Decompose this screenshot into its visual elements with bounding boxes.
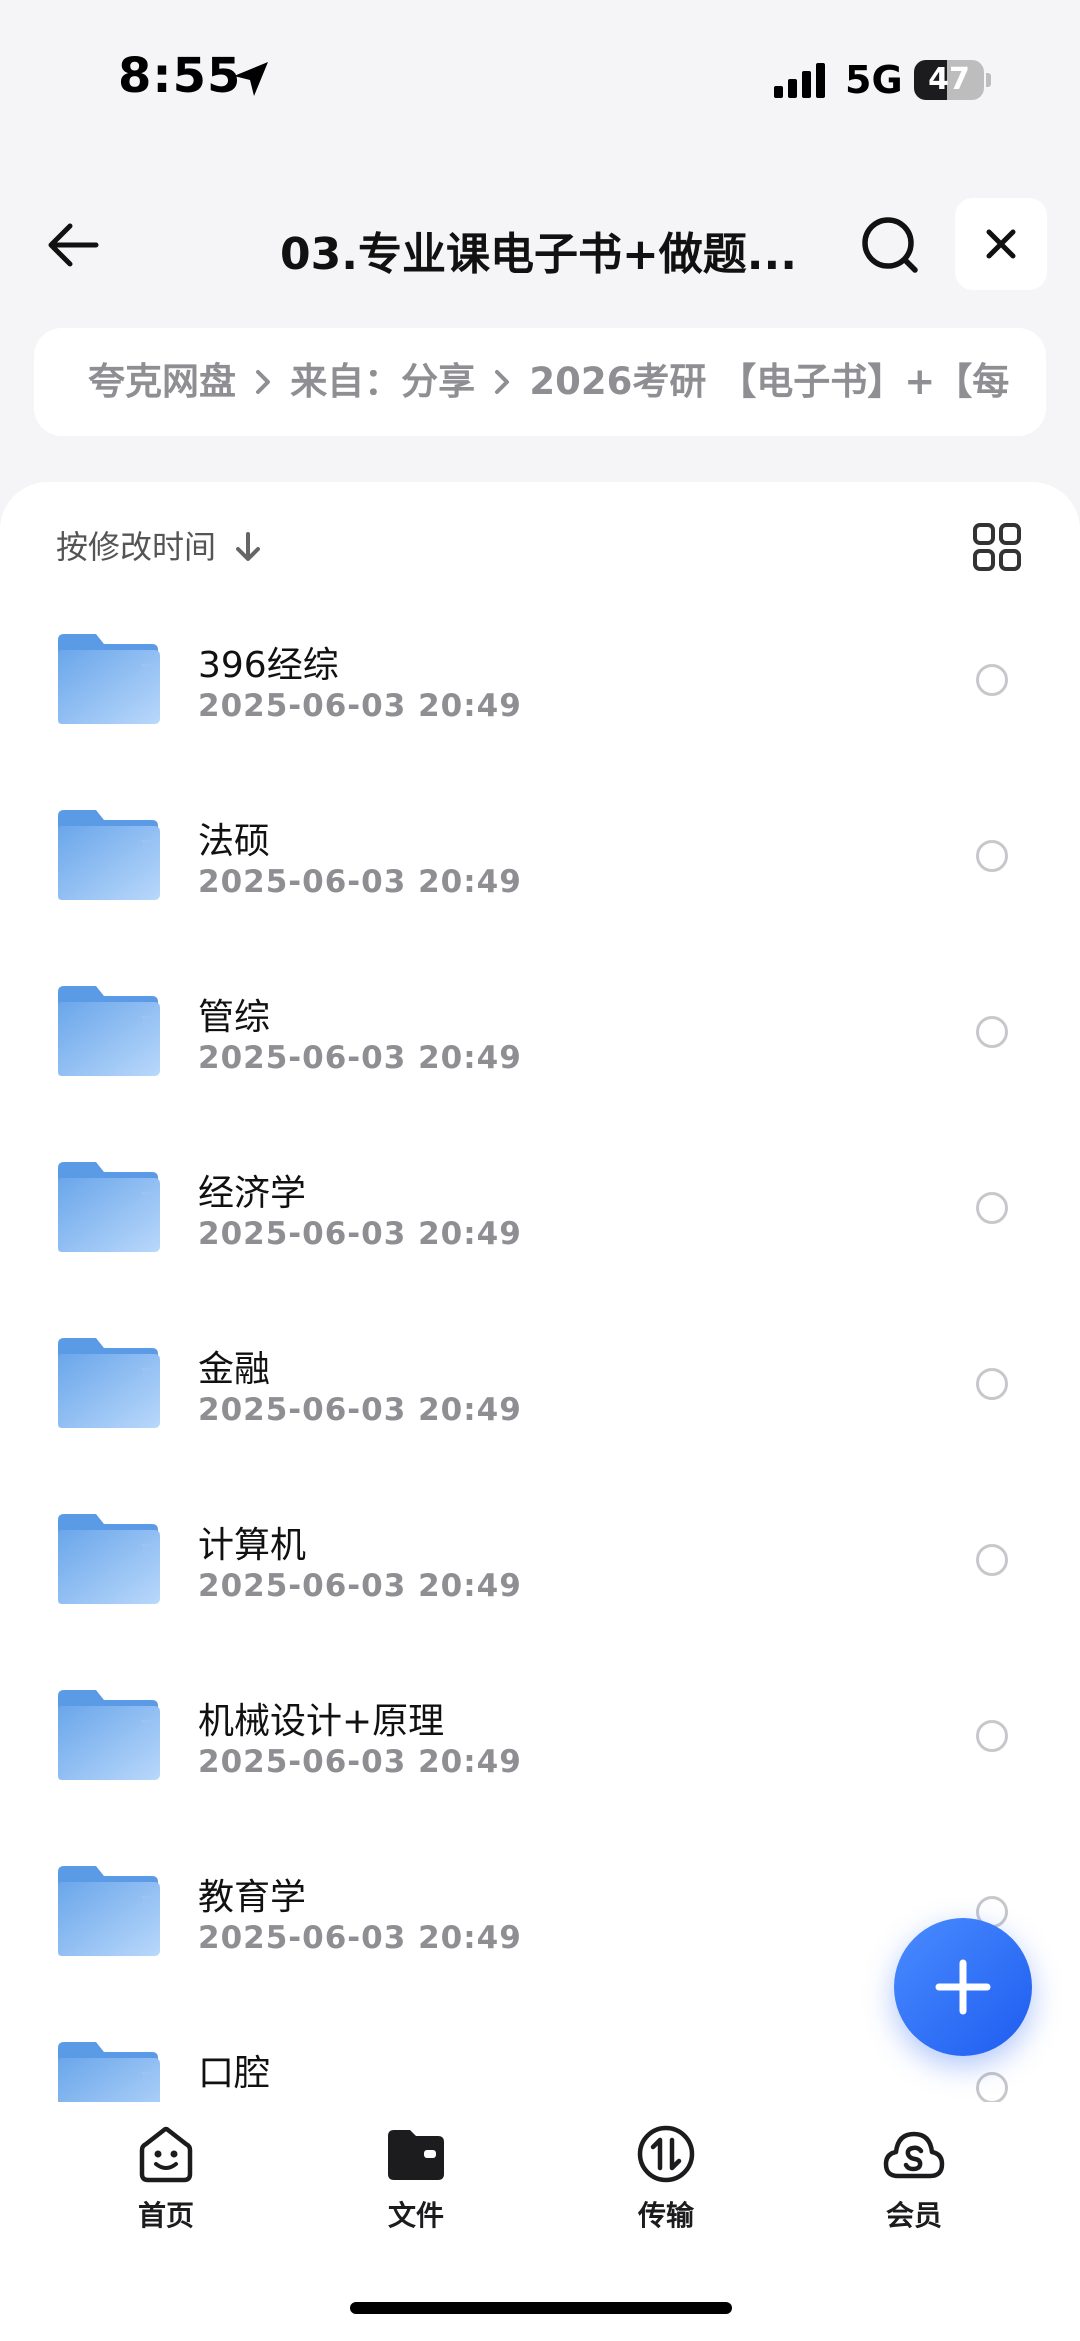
select-checkbox[interactable] — [976, 1016, 1008, 1048]
select-checkbox[interactable] — [976, 1720, 1008, 1752]
arrow-left-icon[interactable] — [40, 210, 110, 280]
plus-icon — [935, 1959, 991, 2015]
file-name: 机械设计+原理 — [198, 1701, 445, 1742]
location-arrow-icon — [234, 62, 268, 96]
list-item[interactable]: 机械设计+原理 2025-06-03 20:49 — [0, 1660, 1080, 1836]
tab-label: 首页 — [137, 2199, 194, 2232]
file-name: 396经综 — [198, 645, 339, 686]
smiley-home-icon — [139, 2126, 193, 2183]
list-item[interactable]: 金融 2025-06-03 20:49 — [0, 1308, 1080, 1484]
search-icon[interactable] — [855, 210, 925, 280]
select-checkbox[interactable] — [976, 2072, 1008, 2102]
file-name: 管综 — [198, 997, 271, 1038]
status-time: 8:55 — [118, 48, 242, 104]
file-date: 2025-06-03 20:49 — [198, 1568, 522, 1604]
breadcrumb-item-folder[interactable]: 2026考研 【电子书】+【每 — [529, 328, 1009, 436]
file-name: 经济学 — [198, 1173, 307, 1214]
cloud-s-icon — [883, 2131, 945, 2179]
file-panel: 按修改时间 396经综 2025-06-03 20:49 法硕 2025-06-… — [0, 482, 1080, 2102]
header: 03.专业课电子书+做题... — [0, 190, 1080, 300]
file-date: 2025-06-03 20:49 — [198, 688, 522, 724]
transfer-icon — [637, 2125, 695, 2183]
file-date: 2025-06-03 20:49 — [198, 1392, 522, 1428]
tab-label: 传输 — [637, 2199, 694, 2232]
list-item[interactable]: 396经综 2025-06-03 20:49 — [0, 604, 1080, 780]
select-checkbox[interactable] — [976, 664, 1008, 696]
list-item[interactable]: 法硕 2025-06-03 20:49 — [0, 780, 1080, 956]
file-list: 396经综 2025-06-03 20:49 法硕 2025-06-03 20:… — [0, 604, 1080, 2102]
select-checkbox[interactable] — [976, 1192, 1008, 1224]
list-item[interactable]: 计算机 2025-06-03 20:49 — [0, 1484, 1080, 1660]
file-date: 2025-06-03 20:49 — [198, 864, 522, 900]
breadcrumb: 夸克网盘 来自：分享 2026考研 【电子书】+【每 — [34, 328, 1046, 436]
tab-files[interactable]: 文件 — [336, 2122, 496, 2242]
battery-percent: 47 — [928, 62, 970, 97]
folder-icon — [58, 1866, 160, 1956]
close-icon — [986, 229, 1016, 259]
network-type: 5G — [845, 58, 903, 102]
status-bar: 8:55 5G 47 — [0, 0, 1080, 160]
tab-transfer[interactable]: 传输 — [586, 2122, 746, 2242]
select-checkbox[interactable] — [976, 1368, 1008, 1400]
folder-icon — [58, 1690, 160, 1780]
tab-vip[interactable]: 会员 — [834, 2122, 994, 2242]
chevron-right-icon — [241, 328, 285, 436]
page-title: 03.专业课电子书+做题... — [280, 229, 797, 280]
cellular-signal-icon — [774, 63, 825, 98]
file-name: 金融 — [198, 1349, 271, 1390]
battery-icon: 47 — [914, 60, 991, 100]
chevron-right-icon — [480, 328, 524, 436]
tab-home[interactable]: 首页 — [86, 2122, 246, 2242]
select-checkbox[interactable] — [976, 1544, 1008, 1576]
arrow-down-icon — [236, 532, 261, 561]
folder-icon — [58, 2042, 160, 2102]
file-date: 2025-06-03 20:49 — [198, 1744, 522, 1780]
file-name: 教育学 — [198, 1877, 307, 1918]
file-name: 法硕 — [198, 821, 271, 862]
list-item[interactable]: 经济学 2025-06-03 20:49 — [0, 1132, 1080, 1308]
breadcrumb-item-root[interactable]: 夸克网盘 — [88, 328, 236, 436]
tab-label: 文件 — [387, 2199, 444, 2232]
select-checkbox[interactable] — [976, 840, 1008, 872]
folder-icon — [58, 1162, 160, 1252]
grid-view-icon[interactable] — [972, 522, 1022, 572]
close-button[interactable] — [955, 198, 1047, 290]
file-date: 2025-06-03 20:49 — [198, 1920, 522, 1956]
folder-icon — [58, 810, 160, 900]
file-name: 口腔 — [198, 2053, 271, 2094]
file-date: 2025-06-03 20:49 — [198, 1040, 522, 1076]
list-item[interactable]: 管综 2025-06-03 20:49 — [0, 956, 1080, 1132]
folder-icon — [58, 986, 160, 1076]
sort-button[interactable]: 按修改时间 — [56, 522, 263, 572]
breadcrumb-item-share[interactable]: 来自：分享 — [290, 328, 475, 436]
folder-icon — [58, 634, 160, 724]
tab-label: 会员 — [885, 2199, 942, 2232]
home-indicator — [350, 2302, 732, 2314]
file-date: 2025-06-03 20:49 — [198, 1216, 522, 1252]
add-button[interactable] — [894, 1918, 1032, 2056]
folder-icon — [388, 2130, 444, 2180]
folder-icon — [58, 1338, 160, 1428]
file-name: 计算机 — [198, 1525, 307, 1566]
folder-icon — [58, 1514, 160, 1604]
sort-label: 按修改时间 — [56, 528, 217, 566]
